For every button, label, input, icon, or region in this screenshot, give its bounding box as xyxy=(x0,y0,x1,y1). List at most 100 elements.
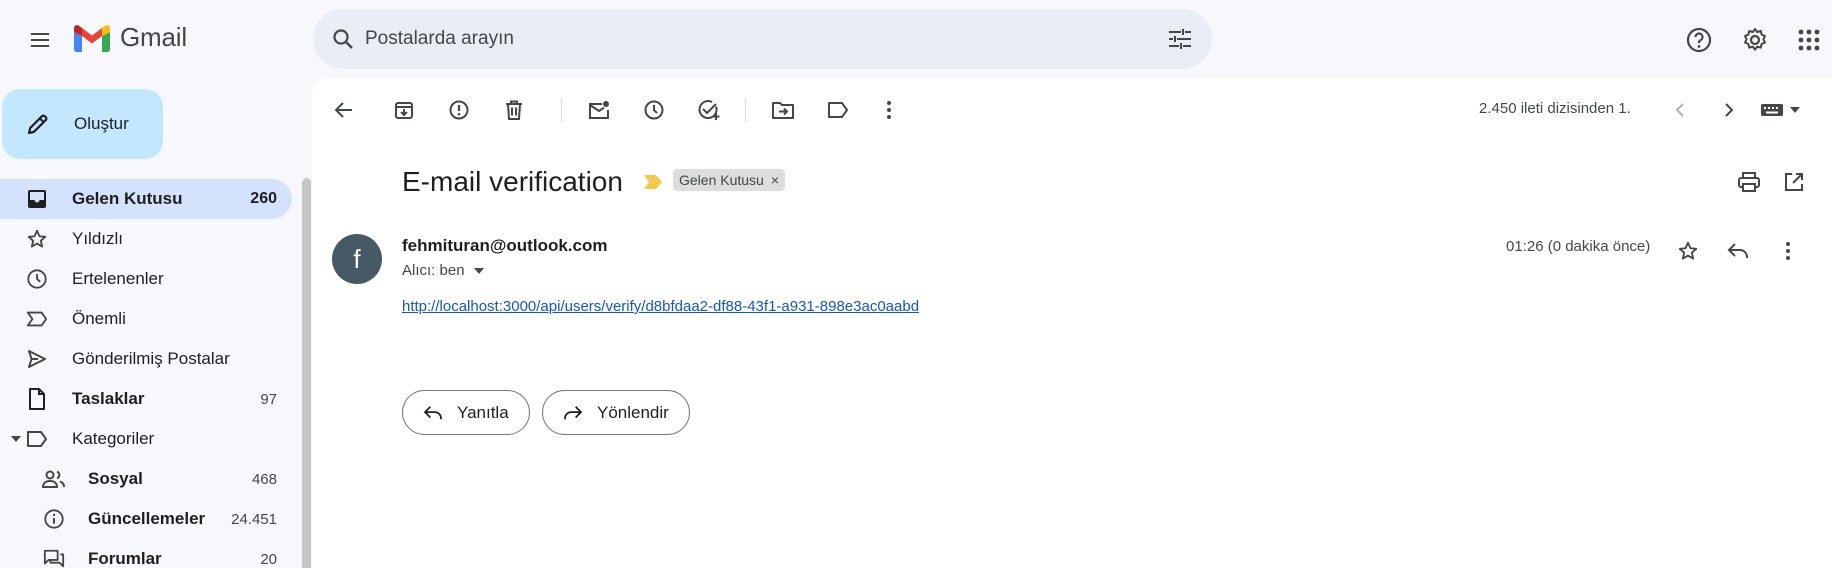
clock-icon xyxy=(25,267,49,291)
mark-unread-icon xyxy=(588,100,610,120)
inbox-icon xyxy=(25,187,49,211)
star-icon xyxy=(1677,240,1699,262)
recipient-text: Alıcı: ben xyxy=(402,262,465,279)
search-bar xyxy=(313,9,1212,69)
search-options-icon[interactable] xyxy=(1164,23,1196,55)
sidebar-scrollbar[interactable] xyxy=(302,178,311,568)
sidebar-item-categories[interactable]: Kategoriler xyxy=(0,419,292,459)
keyboard-icon xyxy=(1760,102,1784,118)
arrow-left-icon xyxy=(334,100,354,120)
verification-link[interactable]: http://localhost:3000/api/users/verify/d… xyxy=(402,298,919,315)
sidebar-item-label: Taslaklar xyxy=(72,389,145,408)
move-to-button[interactable] xyxy=(765,92,801,128)
spam-icon xyxy=(449,100,469,120)
search-input[interactable] xyxy=(365,23,1125,55)
reply-button[interactable] xyxy=(1720,233,1756,269)
label-icon xyxy=(25,427,49,451)
reply-label: Yanıtla xyxy=(457,402,509,422)
more-options-button[interactable] xyxy=(871,92,907,128)
sidebar-item-updates[interactable]: Güncellemeler 24.451 xyxy=(0,499,292,539)
sidebar-item-important[interactable]: Önemli xyxy=(0,299,292,339)
message-more-button[interactable] xyxy=(1770,233,1806,269)
main-menu-button[interactable] xyxy=(16,16,64,64)
newer-button[interactable] xyxy=(1662,92,1698,128)
compose-button[interactable]: Oluştur xyxy=(2,89,163,159)
chevron-right-icon xyxy=(1724,102,1734,118)
forward-action-button[interactable]: Yönlendir xyxy=(542,390,690,435)
label-chip-text: Gelen Kutusu xyxy=(679,172,764,188)
inbox-label-chip[interactable]: Gelen Kutusu × xyxy=(673,169,786,191)
gmail-logo[interactable]: Gmail xyxy=(72,22,187,53)
unread-count: 468 xyxy=(251,470,277,488)
draft-file-icon xyxy=(25,387,49,411)
gmail-m-icon xyxy=(72,23,112,53)
labels-button[interactable] xyxy=(820,92,856,128)
report-spam-button[interactable] xyxy=(441,92,477,128)
settings-button[interactable] xyxy=(1735,20,1775,60)
back-button[interactable] xyxy=(326,92,362,128)
archive-button[interactable] xyxy=(386,92,422,128)
message-view: 2.450 ileti dizisinden 1. E-mail verific… xyxy=(312,78,1832,568)
support-button[interactable] xyxy=(1679,20,1719,60)
snooze-button[interactable] xyxy=(636,92,672,128)
sidebar-nav: Gelen Kutusu 260 Yıldızlı Ertelenenler Ö… xyxy=(0,179,292,568)
print-all-button[interactable] xyxy=(1733,166,1765,198)
toolbar-divider xyxy=(745,98,746,122)
info-icon xyxy=(42,507,66,531)
unread-count: 97 xyxy=(260,390,277,408)
star-button[interactable] xyxy=(1670,233,1706,269)
sender-email[interactable]: fehmituran@outlook.com xyxy=(402,236,607,256)
sidebar-item-label: Güncellemeler xyxy=(88,509,206,528)
forward-icon xyxy=(561,401,585,425)
message-toolbar: 2.450 ileti dizisinden 1. xyxy=(312,78,1832,142)
apps-grid-icon xyxy=(1797,28,1821,52)
remove-label-icon[interactable]: × xyxy=(771,172,779,188)
sidebar-item-social[interactable]: Sosyal 468 xyxy=(0,459,292,499)
search-icon[interactable] xyxy=(327,23,359,55)
mark-unread-button[interactable] xyxy=(581,92,617,128)
unread-count: 20 xyxy=(260,550,277,568)
sidebar-item-label: Önemli xyxy=(72,309,126,328)
sidebar-item-label: Forumlar xyxy=(88,549,162,568)
people-icon xyxy=(42,467,66,491)
sidebar-item-label: Ertelenenler xyxy=(72,269,164,288)
more-vertical-icon xyxy=(886,100,892,120)
move-to-folder-icon xyxy=(772,101,794,119)
input-tools-button[interactable] xyxy=(1752,92,1808,128)
sidebar-item-label: Kategoriler xyxy=(72,429,155,448)
sidebar-item-sent[interactable]: Gönderilmiş Postalar xyxy=(0,339,292,379)
reply-icon xyxy=(421,401,445,425)
pagination-text: 2.450 ileti dizisinden 1. xyxy=(1479,100,1631,117)
sidebar-item-label: Gönderilmiş Postalar xyxy=(72,349,230,368)
print-icon xyxy=(1738,172,1760,192)
sidebar-item-label: Gelen Kutusu xyxy=(72,189,183,208)
email-subject: E-mail verification xyxy=(402,166,623,197)
importance-marker-icon[interactable] xyxy=(642,173,664,191)
add-to-tasks-button[interactable] xyxy=(691,92,727,128)
apps-button[interactable] xyxy=(1789,20,1829,60)
sidebar-item-drafts[interactable]: Taslaklar 97 xyxy=(0,379,292,419)
reply-action-button[interactable]: Yanıtla xyxy=(402,390,530,435)
sidebar-item-snoozed[interactable]: Ertelenenler xyxy=(0,259,292,299)
sidebar-item-inbox[interactable]: Gelen Kutusu 260 xyxy=(0,179,292,219)
send-icon xyxy=(25,347,49,371)
older-button[interactable] xyxy=(1711,92,1747,128)
sidebar-item-forums[interactable]: Forumlar 20 xyxy=(0,539,292,568)
caret-down-icon[interactable] xyxy=(10,433,22,445)
pencil-icon xyxy=(24,110,52,138)
chevron-left-icon xyxy=(1675,102,1685,118)
hamburger-icon xyxy=(28,28,52,52)
label-icon xyxy=(827,101,849,119)
unread-count: 24.451 xyxy=(231,510,277,528)
gmail-logo-text: Gmail xyxy=(120,22,187,52)
more-vertical-icon xyxy=(1785,241,1791,261)
show-details-icon[interactable] xyxy=(473,265,485,277)
important-icon xyxy=(25,307,49,331)
sender-avatar[interactable]: f xyxy=(332,234,382,284)
add-task-icon xyxy=(697,99,721,121)
delete-button[interactable] xyxy=(496,92,532,128)
open-new-window-button[interactable] xyxy=(1778,166,1810,198)
sidebar-item-starred[interactable]: Yıldızlı xyxy=(0,219,292,259)
gear-icon xyxy=(1741,26,1769,54)
recipient-line: Alıcı: ben xyxy=(402,262,485,279)
